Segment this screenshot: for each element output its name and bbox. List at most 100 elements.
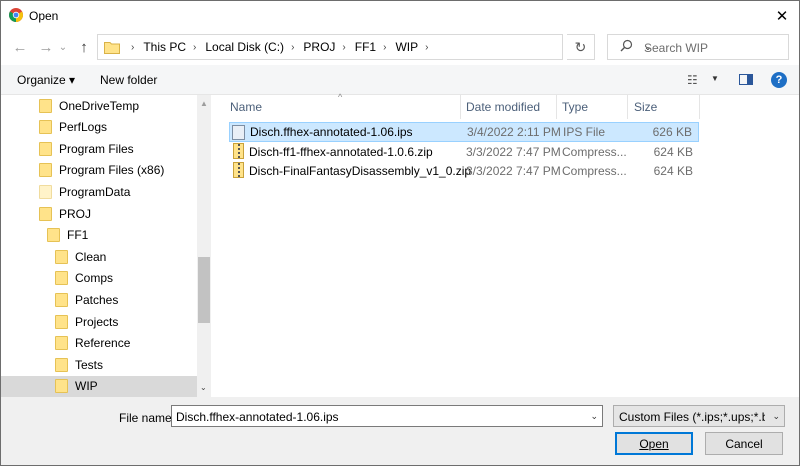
file-name-input[interactable]: Disch.ffhex-annotated-1.06.ips ⌄ (171, 405, 603, 427)
sidebar-item-label: PROJ (59, 206, 92, 221)
file-row[interactable]: Disch-FinalFantasyDisassembly_v1_0.zip 3/… (229, 161, 699, 181)
file-type: Compress... (562, 144, 627, 159)
sidebar-item-patches[interactable]: Patches (1, 289, 197, 310)
file-name: Disch-FinalFantasyDisassembly_v1_0.zip (249, 164, 472, 178)
sidebar-item-label: Tests (75, 357, 104, 372)
file-row[interactable]: Disch.ffhex-annotated-1.06.ips 3/4/2022 2… (229, 122, 699, 142)
sidebar-item-label: ProgramData (59, 184, 131, 199)
forward-button[interactable]: → (35, 37, 57, 57)
up-button[interactable]: ↑ (73, 37, 95, 57)
file-type-filter-value: Custom Files (*.ips;*.ups;*.bps;* (619, 410, 765, 424)
view-dropdown-icon[interactable]: ▼ (711, 74, 719, 83)
sidebar-item-wip[interactable]: WIP (1, 375, 197, 397)
folder-icon (39, 120, 52, 135)
preview-pane-icon[interactable] (739, 74, 753, 85)
command-bar: Organize ▾ New folder ☷ ▼ ? (1, 65, 799, 95)
cancel-button[interactable]: Cancel (705, 432, 783, 455)
sidebar-item-program-files[interactable]: Program Files (1, 138, 197, 159)
breadcrumb-wip[interactable]: WIP (395, 40, 418, 54)
column-divider[interactable] (699, 95, 700, 119)
breadcrumb-this-pc[interactable]: This PC (143, 40, 186, 54)
sidebar-item-program-files-x86[interactable]: Program Files (x86) (1, 160, 197, 181)
chrome-icon (9, 8, 23, 22)
breadcrumb-proj[interactable]: PROJ (303, 40, 335, 54)
view-options-icon[interactable]: ☷ (687, 73, 698, 87)
folder-icon (55, 379, 68, 394)
recent-locations-button[interactable]: ⌄ (57, 37, 69, 57)
ips-file-icon (232, 125, 245, 140)
search-placeholder: Search WIP (644, 41, 709, 55)
file-row[interactable]: Disch-ff1-ffhex-annotated-1.0.6.zip 3/3/2… (229, 142, 699, 162)
sidebar-item-label: PerfLogs (59, 120, 108, 135)
sidebar-item-proj[interactable]: PROJ (1, 203, 197, 224)
breadcrumb-separator-icon: › (383, 41, 387, 53)
file-name-value[interactable]: Disch.ffhex-annotated-1.06.ips (176, 410, 339, 424)
chevron-down-icon[interactable]: ⌄ (772, 411, 780, 422)
navigation-scrollbar[interactable]: ▲ ⌄ (197, 95, 211, 397)
file-size: 624 KB (653, 144, 693, 159)
close-button[interactable]: ✕ (765, 1, 799, 30)
search-box[interactable]: Search WIP (607, 34, 789, 60)
sidebar-item-onedrivetemp[interactable]: OneDriveTemp (1, 95, 197, 116)
sort-ascending-icon: ^ (338, 92, 343, 102)
column-header-size[interactable]: Size (634, 95, 657, 119)
sidebar-item-comps[interactable]: Comps (1, 268, 197, 289)
sidebar-item-clean[interactable]: Clean (1, 246, 197, 267)
new-folder-button[interactable]: New folder (100, 73, 157, 87)
file-name: Disch.ffhex-annotated-1.06.ips (250, 125, 413, 139)
sidebar-item-label: FF1 (67, 228, 89, 243)
folder-icon (55, 357, 68, 372)
file-name-label: File name: (119, 411, 176, 425)
column-name-label: Name (230, 100, 263, 114)
folder-icon (55, 336, 68, 351)
open-button[interactable]: Open (615, 432, 693, 455)
column-divider[interactable] (556, 95, 557, 119)
refresh-button[interactable]: ↻ (567, 34, 595, 60)
file-type: IPS File (563, 125, 606, 139)
scroll-up-icon[interactable]: ▲ (200, 99, 208, 108)
zip-file-icon (233, 142, 244, 159)
address-bar[interactable]: › This PC › Local Disk (C:) › PROJ › FF1… (97, 34, 652, 60)
file-type: Compress... (562, 164, 627, 178)
column-divider[interactable] (460, 95, 461, 119)
title-bar: Open ✕ (1, 1, 799, 30)
organize-button[interactable]: Organize ▾ (17, 73, 75, 87)
search-icon (620, 39, 633, 52)
refresh-icon: ↻ (574, 38, 587, 55)
scrollbar-thumb[interactable] (198, 257, 210, 323)
close-icon: ✕ (775, 7, 789, 25)
sidebar-item-projects[interactable]: Projects (1, 311, 197, 332)
sidebar-item-reference[interactable]: Reference (1, 333, 197, 354)
breadcrumb-separator-icon: › (425, 41, 429, 53)
sidebar-item-label: Comps (75, 271, 114, 286)
column-header-type[interactable]: Type (562, 95, 588, 119)
file-size: 624 KB (653, 164, 693, 178)
help-icon[interactable]: ? (771, 72, 787, 88)
column-header-name[interactable]: Name (230, 95, 262, 119)
file-size: 626 KB (652, 125, 692, 139)
sidebar-item-label: OneDriveTemp (59, 98, 140, 113)
column-header-date[interactable]: Date modified (466, 95, 540, 119)
sidebar-item-label: Program Files (59, 141, 134, 156)
file-type-filter-select[interactable]: Custom Files (*.ips;*.ups;*.bps;* ⌄ (613, 405, 785, 427)
file-name: Disch-ff1-ffhex-annotated-1.0.6.zip (249, 144, 433, 159)
chevron-down-icon[interactable]: ⌄ (590, 411, 598, 422)
column-divider[interactable] (627, 95, 628, 119)
sidebar-item-programdata[interactable]: ProgramData (1, 181, 197, 202)
folder-icon (55, 249, 68, 264)
sidebar-item-perflogs[interactable]: PerfLogs (1, 117, 197, 138)
breadcrumb-local-disk[interactable]: Local Disk (C:) (205, 40, 284, 54)
scroll-down-icon[interactable]: ⌄ (200, 383, 207, 392)
cancel-button-label: Cancel (725, 436, 763, 451)
folder-icon (55, 271, 68, 286)
file-date-modified: 3/4/2022 2:11 PM (467, 125, 561, 139)
back-button[interactable]: ← (9, 37, 31, 57)
column-date-label: Date modified (466, 100, 541, 114)
breadcrumb-ff1[interactable]: FF1 (355, 40, 376, 54)
sidebar-item-tests[interactable]: Tests (1, 354, 197, 375)
sidebar-item-label: Clean (75, 249, 107, 264)
sidebar-item-label: Program Files (x86) (59, 163, 165, 178)
folder-icon (39, 184, 52, 199)
sidebar-item-ff1[interactable]: FF1 (1, 225, 197, 246)
open-button-label: Open (639, 436, 669, 451)
